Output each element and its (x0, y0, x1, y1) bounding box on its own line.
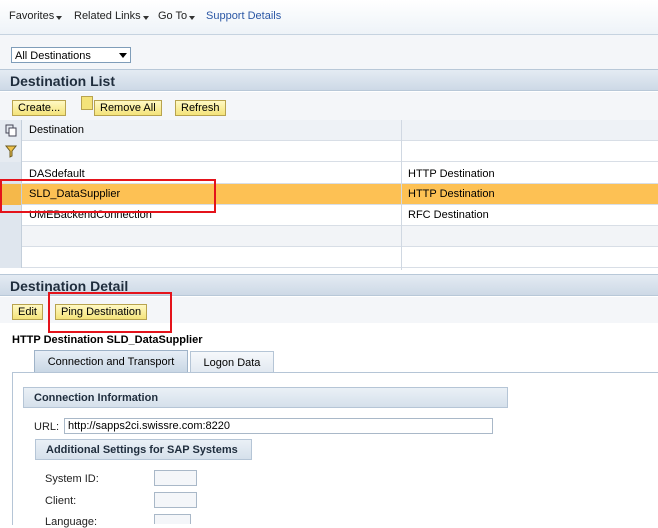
create-button[interactable]: Create... (12, 100, 67, 116)
language-field[interactable] (154, 514, 191, 524)
select-all-icon[interactable] (0, 120, 22, 141)
dropdown-arrow-icon (189, 16, 196, 20)
menu-go-to-label: Go To (158, 10, 188, 22)
connection-information-group: Connection Information (23, 387, 508, 408)
annotation-highlight-row (0, 179, 216, 213)
annotation-highlight-ping (48, 292, 172, 333)
url-field[interactable]: http://sapps2ci.swissre.com:8220 (64, 418, 493, 434)
row-destination-type: RFC Destination (408, 209, 489, 221)
dropdown-arrow-icon (142, 16, 149, 20)
table-header-row: Destination (0, 120, 658, 141)
client-label: Client: (45, 495, 77, 507)
tab-logon-data[interactable]: Logon Data (190, 351, 274, 373)
system-id-field[interactable] (154, 470, 197, 486)
additional-settings-group: Additional Settings for SAP Systems (35, 439, 252, 460)
remove-all-button[interactable]: Remove All (94, 100, 162, 116)
refresh-button[interactable]: Refresh (175, 100, 226, 116)
language-label: Language: (45, 516, 97, 528)
menu-favorites-label: Favorites (9, 10, 55, 22)
row-selector[interactable] (0, 226, 22, 247)
url-label: URL: (34, 421, 60, 433)
row-destination-type: HTTP Destination (408, 188, 495, 200)
detail-heading: HTTP Destination SLD_DataSupplier (12, 334, 203, 346)
menu-go-to[interactable]: Go To (158, 10, 196, 22)
menu-support-details[interactable]: Support Details (206, 10, 281, 22)
filter-icon (4, 145, 18, 158)
filter-row (0, 141, 658, 162)
table-row-empty (0, 247, 658, 268)
client-field[interactable] (154, 492, 197, 508)
chevron-down-icon (119, 53, 127, 58)
tab-connection-transport[interactable]: Connection and Transport (34, 350, 188, 372)
row-destination-type: HTTP Destination (408, 168, 495, 180)
table-row-empty (0, 226, 658, 247)
dropdown-arrow-icon (56, 16, 63, 20)
column-divider (401, 120, 402, 270)
filter-icon-cell[interactable] (0, 141, 22, 162)
menu-related-links[interactable]: Related Links (74, 10, 149, 22)
destination-filter-select[interactable]: All Destinations (11, 47, 131, 63)
edit-button[interactable]: Edit (12, 304, 43, 320)
destination-filter-value: All Destinations (15, 50, 91, 62)
menu-related-links-label: Related Links (74, 10, 141, 22)
column-header-destination[interactable]: Destination (29, 124, 84, 136)
system-id-label: System ID: (45, 473, 99, 485)
row-selector[interactable] (0, 247, 22, 268)
copy-icon (5, 124, 17, 137)
checkbox-icon[interactable] (81, 96, 93, 110)
destination-list-title: Destination List (0, 69, 658, 91)
menu-favorites[interactable]: Favorites (9, 10, 63, 22)
